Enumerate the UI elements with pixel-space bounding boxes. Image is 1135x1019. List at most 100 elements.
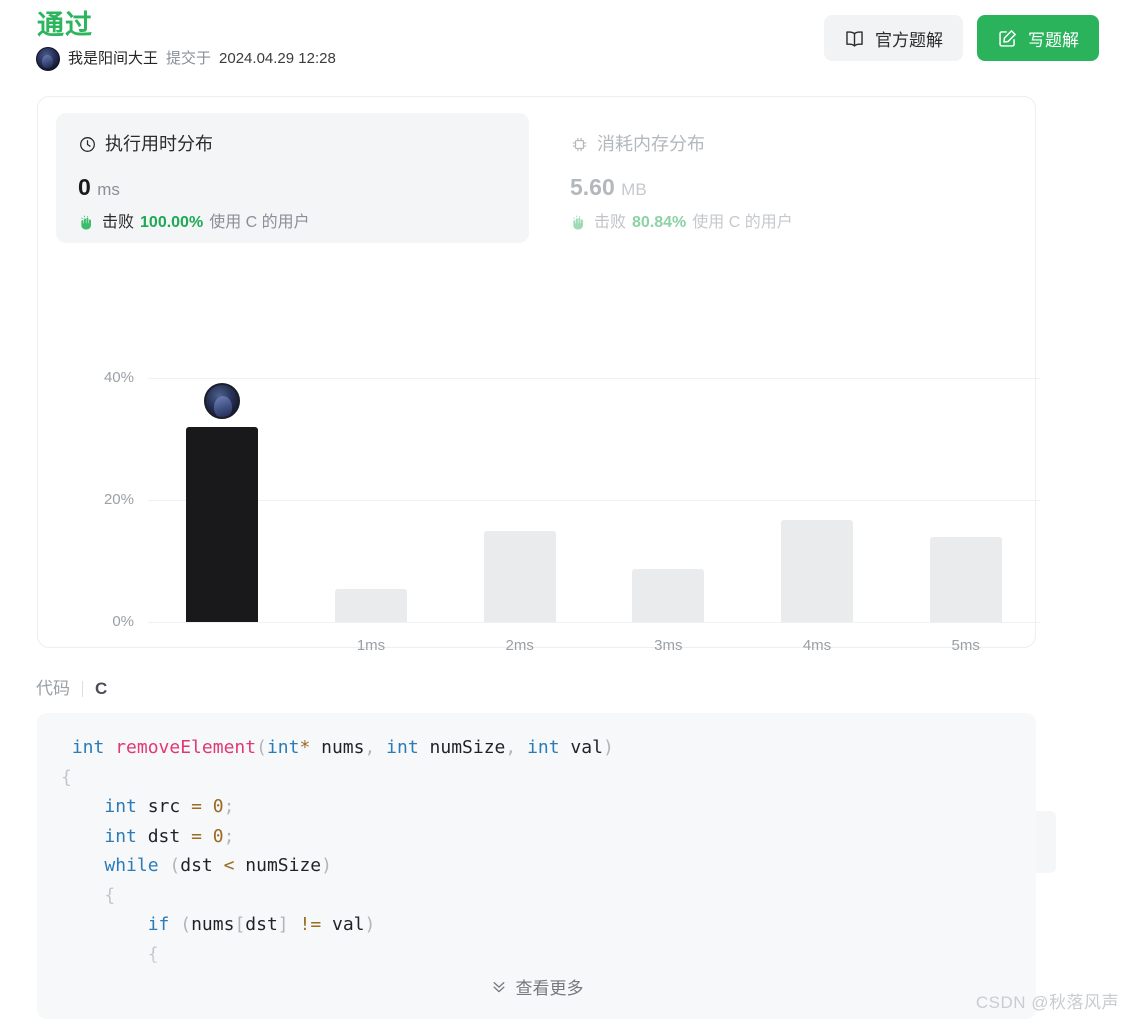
code-token: val <box>321 914 365 935</box>
memory-stat-title: 消耗内存分布 <box>597 134 705 154</box>
memory-stat-header: 消耗内存分布 <box>570 133 999 155</box>
memory-beat-row: 击败 80.84% 使用 C 的用户 <box>570 212 999 234</box>
chart-gridline <box>148 378 1040 379</box>
official-solution-label: 官方题解 <box>875 30 943 50</box>
code-token: 0 <box>212 825 224 847</box>
code-section-header: 代码 C <box>36 676 107 702</box>
runtime-value-number: 0 <box>78 174 91 200</box>
runtime-distribution-chart[interactable]: 0%20%40%1ms2ms3ms4ms5ms 1ms2ms3ms4ms5ms <box>38 242 1056 873</box>
header-actions: 官方题解 写题解 <box>824 15 1099 61</box>
chart-gridline <box>148 500 1040 501</box>
chart-bar[interactable] <box>186 426 259 622</box>
memory-stat-value: 5.60 MB <box>570 173 999 204</box>
runtime-beat-label: 击败 <box>102 214 135 231</box>
chart-bar[interactable] <box>781 519 853 622</box>
code-token: int <box>104 825 137 847</box>
code-token: int <box>104 796 137 817</box>
memory-chip-icon <box>570 135 589 154</box>
code-token: , <box>505 737 517 758</box>
avatar[interactable] <box>36 47 60 71</box>
code-token: while <box>104 855 159 876</box>
code-token: ) <box>602 737 614 758</box>
code-token: numSize <box>234 855 322 876</box>
memory-stat-card[interactable]: 消耗内存分布 5.60 MB 击败 80.84% 使用 C 的用户 <box>548 113 1021 243</box>
code-token: ] <box>277 914 289 935</box>
memory-beat-tail: 使用 C 的用户 <box>692 214 793 231</box>
code-token: = <box>191 796 202 817</box>
view-more-label: 查看更多 <box>515 978 584 998</box>
official-solution-button[interactable]: 官方题解 <box>824 15 963 61</box>
code-token: int <box>71 737 105 758</box>
code-token: dst <box>245 914 278 935</box>
view-more-button[interactable]: 查看更多 <box>37 953 1036 1019</box>
code-token: { <box>61 766 72 788</box>
code-token: nums <box>191 914 235 935</box>
runtime-stat-card[interactable]: 执行用时分布 0 ms 击败 100.00% 使用 C 的用户 <box>56 113 529 243</box>
code-content: int removeElement(int* nums, int numSize… <box>37 713 1036 969</box>
code-token: ) <box>321 855 332 876</box>
book-icon <box>844 28 865 49</box>
memory-value-unit: MB <box>621 180 647 199</box>
code-token: ( <box>256 737 267 758</box>
runtime-stat-title: 执行用时分布 <box>105 134 213 154</box>
chart-y-tick-label: 20% <box>103 491 134 508</box>
code-token: != <box>299 914 322 935</box>
chart-y-tick-label: 0% <box>112 613 134 630</box>
clapping-hands-icon <box>78 214 96 232</box>
chart-x-tick-label: 3ms <box>654 637 683 654</box>
chart-gridline <box>148 622 1040 623</box>
chart-bar[interactable] <box>483 530 556 622</box>
write-solution-label: 写题解 <box>1028 30 1079 50</box>
stats-row: 执行用时分布 0 ms 击败 100.00% 使用 C 的用户 消耗内存分布 5… <box>38 97 1037 243</box>
watermark: CSDN @秋落风声 <box>975 993 1119 1012</box>
submission-status: 通过 <box>37 10 93 40</box>
code-token: < <box>223 855 235 876</box>
code-token: int <box>527 737 560 758</box>
runtime-stat-value: 0 ms <box>78 173 507 204</box>
chart-bar[interactable] <box>632 568 705 622</box>
code-token: ( <box>169 855 181 876</box>
code-token: [ <box>234 914 246 935</box>
code-tab-label[interactable]: 代码 <box>36 676 70 702</box>
chart-bar[interactable] <box>929 537 1002 622</box>
chart-x-tick-label: 1ms <box>356 637 386 654</box>
runtime-stat-header: 执行用时分布 <box>78 133 507 155</box>
pencil-square-icon <box>997 28 1018 49</box>
clock-icon <box>78 135 97 154</box>
submitter-name[interactable]: 我是阳间大王 <box>68 47 158 71</box>
chart-x-tick-label: 5ms <box>951 637 980 654</box>
code-token: nums <box>310 737 365 758</box>
performance-card: 执行用时分布 0 ms 击败 100.00% 使用 C 的用户 消耗内存分布 5… <box>37 96 1056 873</box>
chart-x-tick-label: 2ms <box>505 637 534 654</box>
code-language-label[interactable]: C <box>95 676 107 702</box>
submitted-prefix: 提交于 <box>166 50 212 67</box>
chart-user-avatar-marker[interactable] <box>204 382 241 419</box>
chart-x-tick-label: 4ms <box>802 637 832 654</box>
clapping-hands-icon <box>570 214 588 232</box>
code-token: dst <box>180 855 224 876</box>
chart-bar[interactable] <box>335 589 407 622</box>
code-token: dst <box>136 825 192 847</box>
code-token: = <box>191 825 202 847</box>
memory-beat-percent: 80.84% <box>632 214 687 231</box>
write-solution-button[interactable]: 写题解 <box>977 15 1099 61</box>
code-token: if <box>147 914 170 935</box>
code-token: int <box>386 737 419 758</box>
submitter-row: 我是阳间大王 提交于 2024.04.29 12:28 <box>36 47 336 71</box>
code-token: ) <box>364 914 376 935</box>
runtime-beat-percent: 100.00% <box>140 214 204 231</box>
submission-header: 通过 我是阳间大王 提交于 2024.04.29 12:28 官方题解 写题解 <box>0 0 1135 88</box>
code-block[interactable]: int removeElement(int* nums, int numSize… <box>37 713 1036 1019</box>
code-token: val <box>559 737 603 758</box>
